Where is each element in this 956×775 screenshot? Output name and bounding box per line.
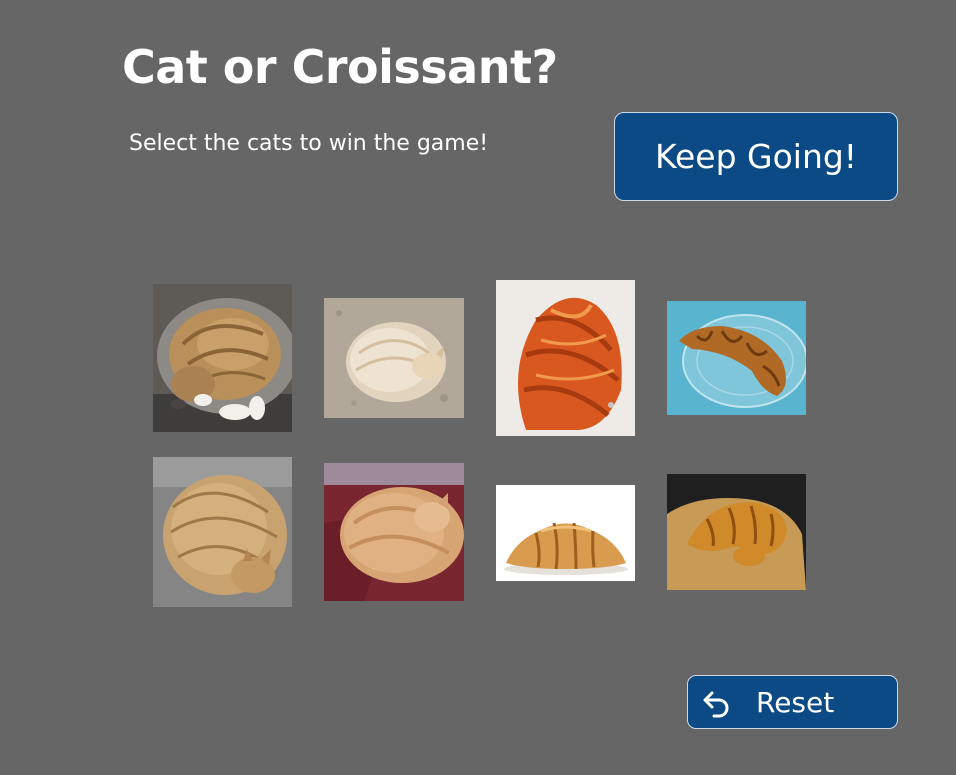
- croissant-photo: [496, 280, 635, 436]
- grid-tile-cat[interactable]: [324, 463, 464, 601]
- grid-tile-cat[interactable]: [153, 284, 292, 432]
- croissant-photo: [667, 474, 806, 590]
- cat-photo: [153, 457, 292, 607]
- reset-button[interactable]: Reset: [687, 675, 898, 729]
- grid-tile-croissant[interactable]: [496, 485, 635, 581]
- grid-tile-cat[interactable]: [153, 457, 292, 607]
- cat-photo: [324, 298, 464, 418]
- keep-going-button[interactable]: Keep Going!: [614, 112, 898, 201]
- croissant-photo: [667, 301, 806, 415]
- croissant-photo: [496, 485, 635, 581]
- game-title: Cat or Croissant?: [122, 40, 558, 94]
- grid-tile-croissant[interactable]: [667, 301, 806, 415]
- grid-tile-cat[interactable]: [324, 298, 464, 418]
- game-instructions: Select the cats to win the game!: [129, 131, 489, 156]
- reset-label: Reset: [756, 685, 835, 719]
- grid-tile-croissant[interactable]: [667, 474, 806, 590]
- cat-photo: [324, 463, 464, 601]
- cat-photo: [153, 284, 292, 432]
- grid-tile-croissant[interactable]: [496, 280, 635, 436]
- undo-arrow-icon: [700, 685, 734, 719]
